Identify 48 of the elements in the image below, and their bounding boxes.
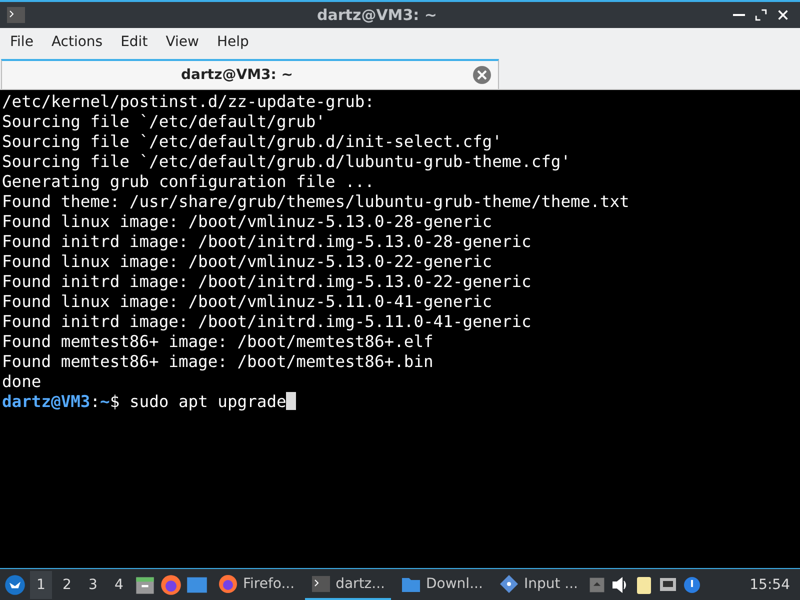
text-cursor (286, 392, 296, 410)
browser-icon (160, 574, 182, 596)
terminal-line: Sourcing file `/etc/default/grub' (2, 112, 326, 132)
workspace-button[interactable]: 3 (82, 570, 104, 598)
terminal-line: Found linux image: /boot/vmlinuz-5.13.0-22-generic (2, 252, 494, 272)
notification-icon (682, 574, 702, 594)
terminal-line: Sourcing file `/etc/default/grub.d/lubuntu-grub-theme.cfg' (2, 152, 572, 172)
terminal-line: Found theme: /usr/share/grub/themes/lubuntu-grub-theme/theme.txt (2, 192, 630, 212)
terminal-icon (310, 574, 331, 594)
prompt-command: $ sudo apt upgrade (110, 392, 286, 411)
minimize-icon (733, 14, 745, 16)
taskbar-window-button[interactable]: Input ... (492, 569, 584, 600)
terminal-line: Generating grub configuration file ... (2, 172, 376, 192)
terminal-line: Found memtest86+ image: /boot/memtest86+.elf (2, 332, 434, 352)
terminal-line: Found linux image: /boot/vmlinuz-5.13.0-28-generic (2, 212, 494, 232)
menu-item[interactable]: File (4, 31, 40, 53)
menu-item[interactable]: Help (210, 31, 255, 53)
terminal-line: Sourcing file `/etc/default/grub.d/init-select.cfg' (2, 132, 503, 152)
terminal-line: done (2, 372, 42, 392)
workspace-button[interactable]: 1 (30, 570, 52, 598)
workspace-button[interactable]: 2 (56, 570, 78, 598)
window-title: dartz@VM3: ~ (316, 6, 438, 24)
taskbar-window-button[interactable]: dartz... (304, 569, 392, 600)
prompt-path: ~ (100, 392, 110, 411)
terminal-line: Found initrd image: /boot/initrd.img-5.13.0-22-generic (2, 272, 532, 292)
close-icon (776, 8, 790, 22)
terminal-line: Found initrd image: /boot/initrd.img-5.11.0-41-generic (2, 312, 532, 332)
terminal-icon (6, 5, 26, 25)
terminal-line: Found linux image: /boot/vmlinuz-5.11.0-41-generic (2, 292, 494, 312)
menu-item[interactable]: Edit (114, 31, 154, 53)
close-tab-icon (472, 65, 492, 85)
clock: 15:54 (750, 576, 791, 592)
terminal-line: Found memtest86+ image: /boot/memtest86+.bin (2, 352, 434, 372)
tab[interactable]: dartz@VM3: ~ (1, 59, 499, 89)
workspace-button[interactable]: 4 (108, 570, 130, 598)
browser-icon (218, 574, 238, 594)
prompt-separator: : (90, 392, 100, 411)
prompt-user: dartz@VM3 (2, 392, 90, 411)
expand-icon (754, 8, 768, 22)
diamond-icon (498, 574, 519, 594)
menu-item[interactable]: View (160, 31, 205, 53)
eject-icon (588, 576, 606, 594)
taskbar-window-button[interactable]: Downl... (395, 569, 489, 600)
menu-item[interactable]: Actions (45, 31, 109, 53)
tab-label: dartz@VM3: ~ (180, 67, 294, 83)
taskbar-window-button[interactable]: Firefo... (212, 569, 301, 600)
terminal-line: Found initrd image: /boot/initrd.img-5.13.0-28-generic (2, 232, 532, 252)
terminal-line: /etc/kernel/postinst.d/zz-update-grub: (2, 92, 376, 112)
